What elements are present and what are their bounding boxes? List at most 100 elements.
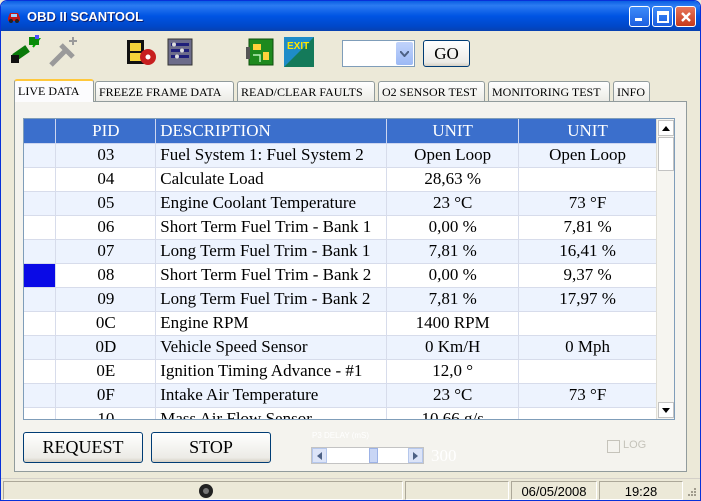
chevron-down-icon	[400, 50, 409, 57]
tab-live-data[interactable]: LIVE DATA	[14, 79, 94, 102]
row-selector[interactable]	[24, 407, 57, 419]
row-selector[interactable]	[24, 383, 57, 408]
stop-button[interactable]: STOP	[151, 432, 271, 463]
description-cell: Long Term Fuel Trim - Bank 1	[155, 239, 388, 264]
pid-cell: 08	[55, 263, 157, 288]
table-row[interactable]: 0C Engine RPM 1400 RPM	[24, 311, 657, 336]
unit-imperial-cell	[518, 311, 657, 336]
pid-cell: 03	[55, 143, 157, 168]
log-label: LOG	[623, 439, 647, 451]
description-column-header[interactable]: DESCRIPTION	[155, 119, 388, 144]
circuit-board-icon[interactable]	[244, 35, 278, 69]
status-panel-connection	[3, 481, 403, 500]
pid-cell: 04	[55, 167, 157, 192]
table-row[interactable]: 0E Ignition Timing Advance - #1 12,0 °	[24, 359, 657, 384]
row-selector[interactable]	[24, 191, 57, 216]
table-row[interactable]: 0F Intake Air Temperature 23 °C 73 °F	[24, 383, 657, 408]
unit-cell: 23 °C	[386, 383, 520, 408]
table-row[interactable]: 09 Long Term Fuel Trim - Bank 2 7,81 % 17,9…	[24, 287, 657, 312]
maximize-button[interactable]	[652, 6, 673, 27]
tab-o2-sensor-test[interactable]: O2 SENSOR TEST	[378, 81, 485, 101]
settings-panel-icon[interactable]	[164, 35, 198, 69]
description-cell: Calculate Load	[155, 167, 388, 192]
chevron-left-icon	[317, 451, 322, 460]
description-cell: Intake Air Temperature	[155, 383, 388, 408]
table-row[interactable]: 04 Calculate Load 28,63 %	[24, 167, 657, 192]
pid-cell: 0C	[55, 311, 157, 336]
unit-cell: 0,00 %	[386, 263, 520, 288]
p3-delay-label: P3 DELAY (mS)	[312, 431, 370, 440]
pid-cell: 0F	[55, 383, 157, 408]
row-selector[interactable]	[24, 335, 57, 360]
slider-thumb[interactable]	[369, 448, 378, 463]
description-cell: Ignition Timing Advance - #1	[155, 359, 388, 384]
row-selector[interactable]	[24, 287, 57, 312]
unit-cell: 23 °C	[386, 191, 520, 216]
unit-imperial-column-header[interactable]: UNIT	[518, 119, 657, 144]
row-selector[interactable]	[24, 359, 57, 384]
resize-grip-icon[interactable]	[686, 486, 697, 497]
description-cell: Long Term Fuel Trim - Bank 2	[155, 287, 388, 312]
connect-icon[interactable]	[9, 35, 43, 69]
request-button[interactable]: REQUEST	[23, 432, 143, 463]
pid-column-header[interactable]: PID	[55, 119, 157, 144]
unit-imperial-cell: Open Loop	[518, 143, 657, 168]
slider-right-button[interactable]	[408, 448, 423, 463]
slider-left-button[interactable]	[312, 448, 327, 463]
unit-imperial-cell	[518, 407, 657, 419]
chevron-right-icon	[413, 451, 418, 460]
row-selector[interactable]	[24, 215, 57, 240]
row-selector[interactable]	[24, 143, 57, 168]
unit-cell: 7,81 %	[386, 239, 520, 264]
disconnect-icon[interactable]	[47, 35, 81, 69]
table-row[interactable]: 10 Mass Air Flow Sensor 10,66 g/s	[24, 407, 657, 419]
scroll-down-button[interactable]	[658, 402, 674, 418]
table-row[interactable]: 03 Fuel System 1: Fuel System 2 Open Loop O…	[24, 143, 657, 168]
unit-imperial-cell	[518, 359, 657, 384]
dropdown-arrow-button[interactable]	[396, 42, 413, 65]
car-icon	[8, 13, 20, 23]
exit-icon[interactable]: EXIT	[282, 35, 316, 69]
row-selector[interactable]	[24, 311, 57, 336]
unit-cell: 0,00 %	[386, 215, 520, 240]
unit-column-header[interactable]: UNIT	[386, 119, 520, 144]
scroll-up-button[interactable]	[658, 120, 674, 136]
film-reel-icon[interactable]	[124, 35, 158, 69]
pid-cell: 05	[55, 191, 157, 216]
p3-delay-value: 300	[431, 446, 457, 465]
unit-imperial-cell: 17,97 %	[518, 287, 657, 312]
unit-imperial-cell: 73 °F	[518, 191, 657, 216]
row-selector[interactable]	[24, 167, 57, 192]
scroll-thumb[interactable]	[658, 137, 674, 171]
tab-read-clear-faults[interactable]: READ/CLEAR FAULTS	[237, 81, 375, 101]
tab-freeze-frame-data[interactable]: FREEZE FRAME DATA	[95, 81, 234, 101]
unit-cell: 1400 RPM	[386, 311, 520, 336]
unit-imperial-cell: 16,41 %	[518, 239, 657, 264]
description-cell: Short Term Fuel Trim - Bank 1	[155, 215, 388, 240]
row-selector-header[interactable]	[24, 119, 57, 144]
unit-cell: Open Loop	[386, 143, 520, 168]
tab-info[interactable]: INFO	[613, 81, 650, 101]
table-row[interactable]: 05 Engine Coolant Temperature 23 °C 73 °F	[24, 191, 657, 216]
row-selector-active[interactable]	[24, 263, 57, 288]
title-bar[interactable]: OBD II SCANTOOL	[1, 1, 700, 31]
log-checkbox[interactable]	[607, 440, 620, 453]
table-row-selected[interactable]: 08 Short Term Fuel Trim - Bank 2 0,00 % 9,3…	[24, 263, 657, 288]
status-bar: 06/05/2008 19:28	[1, 478, 700, 500]
go-button[interactable]: GO	[423, 40, 470, 67]
table-row[interactable]: 0D Vehicle Speed Sensor 0 Km/H 0 Mph	[24, 335, 657, 360]
row-selector[interactable]	[24, 239, 57, 264]
table-row[interactable]: 07 Long Term Fuel Trim - Bank 1 7,81 % 16,4…	[24, 239, 657, 264]
grid-vertical-scrollbar[interactable]	[656, 119, 674, 419]
pid-cell: 0E	[55, 359, 157, 384]
pid-cell: 07	[55, 239, 157, 264]
chevron-up-icon	[662, 125, 670, 131]
unit-cell: 10,66 g/s	[386, 407, 520, 419]
minimize-button[interactable]	[629, 6, 650, 27]
live-data-grid[interactable]: PID DESCRIPTION UNIT UNIT 03 Fuel System …	[23, 118, 675, 420]
port-select[interactable]	[342, 40, 415, 67]
close-button[interactable]	[675, 6, 696, 27]
table-row[interactable]: 06 Short Term Fuel Trim - Bank 1 0,00 % 7,8…	[24, 215, 657, 240]
p3-delay-slider[interactable]	[311, 447, 424, 464]
tab-monitoring-test[interactable]: MONITORING TEST	[488, 81, 610, 101]
